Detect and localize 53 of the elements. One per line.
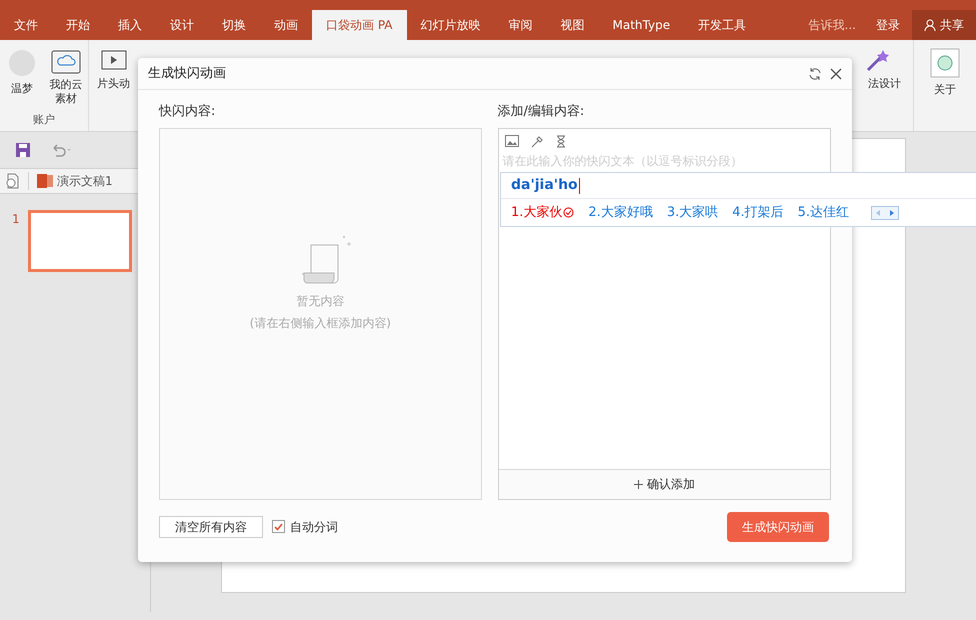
ime-candidate[interactable]: 1.大家伙 <box>511 202 574 222</box>
magic-wand-icon <box>864 48 890 72</box>
ribbon-tab[interactable]: 开发工具 <box>684 10 760 40</box>
ribbon-tab[interactable]: 幻灯片放映 <box>406 10 494 40</box>
ribbon-tab[interactable]: 设计 <box>156 10 208 40</box>
ime-candidate[interactable]: 2.大家好哦 <box>588 202 653 222</box>
ime-candidate[interactable]: 3.大家哄 <box>666 202 718 222</box>
ribbon-button[interactable]: 法设计 <box>853 40 913 131</box>
about-button[interactable]: 关于 <box>913 40 976 131</box>
ime-composition: da'jia'ho <box>511 176 578 195</box>
slide-number: 1 <box>12 211 20 228</box>
checkbox-label: 自动分词 <box>290 518 338 536</box>
ribbon-tab[interactable]: 插入 <box>104 10 156 40</box>
close-icon[interactable] <box>830 68 842 80</box>
ribbon-tab[interactable]: 审阅 <box>494 10 546 40</box>
hourglass-icon[interactable] <box>556 134 566 148</box>
person-icon <box>924 19 936 31</box>
ribbon-button[interactable]: 片头动 <box>89 40 138 131</box>
cloud-folder-icon <box>51 48 81 74</box>
ribbon-tab[interactable]: 切换 <box>208 10 260 40</box>
ribbon-tab[interactable]: 动画 <box>260 10 312 40</box>
plus-icon <box>634 480 643 488</box>
clear-all-button[interactable]: 清空所有内容 <box>159 516 263 538</box>
eyedropper-icon[interactable] <box>530 134 544 148</box>
ribbon-button[interactable]: 我的云素材 <box>48 48 84 112</box>
empty-state-title: 暂无内容 <box>296 292 344 310</box>
checkbox[interactable] <box>272 520 285 533</box>
ribbon-tab[interactable]: 口袋动画 PA <box>312 10 406 40</box>
history-icon <box>4 173 20 189</box>
dialog-title: 生成快闪动画 <box>148 64 226 83</box>
ribbon-tab[interactable]: 视图 <box>546 10 598 40</box>
presentation-icon <box>37 173 53 189</box>
check-circle-icon <box>563 207 574 218</box>
save-icon[interactable] <box>16 143 30 157</box>
empty-state-hint: (请在右侧输入框添加内容) <box>250 314 391 332</box>
ribbon-tab[interactable]: MathType <box>598 10 684 40</box>
panel-label: 快闪内容: <box>159 103 216 121</box>
ribbon-tab[interactable]: 开始 <box>52 10 104 40</box>
ribbon-button[interactable]: 温梦 <box>4 48 40 112</box>
slide-thumbnail[interactable] <box>28 210 132 272</box>
film-icon <box>100 48 126 72</box>
page-arrows-icon[interactable] <box>871 206 900 220</box>
ribbon-tab[interactable]: 文件 <box>0 10 52 40</box>
ime-candidate[interactable]: 4.打架后 <box>732 202 784 222</box>
tell-me-field[interactable]: 告诉我... <box>800 10 864 40</box>
sign-in-link[interactable]: 登录 <box>864 10 912 40</box>
image-icon[interactable] <box>504 134 519 146</box>
refresh-icon[interactable] <box>808 66 822 80</box>
panel-label: 添加/编辑内容: <box>498 103 586 121</box>
share-button[interactable]: 共享 <box>912 10 976 40</box>
generate-button[interactable]: 生成快闪动画 <box>727 512 829 542</box>
group-label: 账户 <box>32 112 56 128</box>
confirm-add-button[interactable]: 确认添加 <box>498 468 830 498</box>
